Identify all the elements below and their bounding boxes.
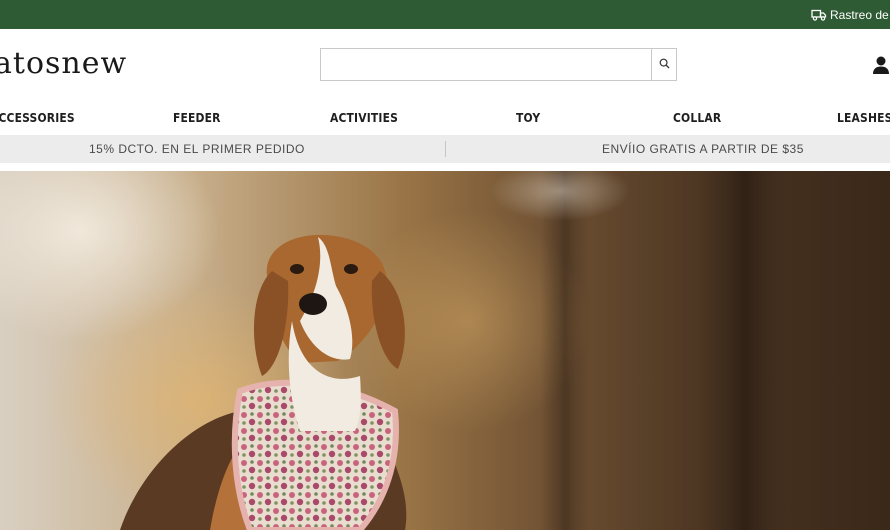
hero-image-beagle-in-floral-harness <box>0 171 790 530</box>
nav-item-leashes[interactable]: LEASHES <box>837 110 890 125</box>
nav-item-accessories[interactable]: ACCESSORIES <box>0 110 75 125</box>
brand-logo[interactable]: atosnew <box>0 44 127 84</box>
nav-item-toy[interactable]: TOY <box>516 110 540 125</box>
search-input[interactable] <box>321 49 651 80</box>
account-button[interactable] <box>872 55 890 75</box>
nav-item-collar[interactable]: COLLAR <box>673 110 721 125</box>
search-bar <box>320 48 677 81</box>
hero-banner[interactable] <box>0 171 890 530</box>
search-icon <box>659 56 670 74</box>
nav-item-feeder[interactable]: FEEDER <box>173 110 221 125</box>
main-navigation: ACCESSORIES FEEDER ACTIVITIES TOY COLLAR… <box>0 108 890 130</box>
order-tracking-label: Rastreo de <box>830 8 889 22</box>
user-icon <box>872 56 890 79</box>
truck-icon <box>811 9 827 21</box>
nav-item-activities[interactable]: ACTIVITIES <box>330 110 398 125</box>
promo-divider <box>445 141 446 157</box>
promo-strip: 15% DCTO. EN EL PRIMER PEDIDO ENVÍIO GRA… <box>0 135 890 163</box>
announcement-bar: Rastreo de <box>0 0 890 29</box>
search-button[interactable] <box>651 49 676 80</box>
order-tracking-link[interactable]: Rastreo de <box>811 7 889 23</box>
promo-first-order-discount: 15% DCTO. EN EL PRIMER PEDIDO <box>89 142 305 156</box>
promo-free-shipping: ENVÍIO GRATIS A PARTIR DE $35 <box>602 142 804 156</box>
